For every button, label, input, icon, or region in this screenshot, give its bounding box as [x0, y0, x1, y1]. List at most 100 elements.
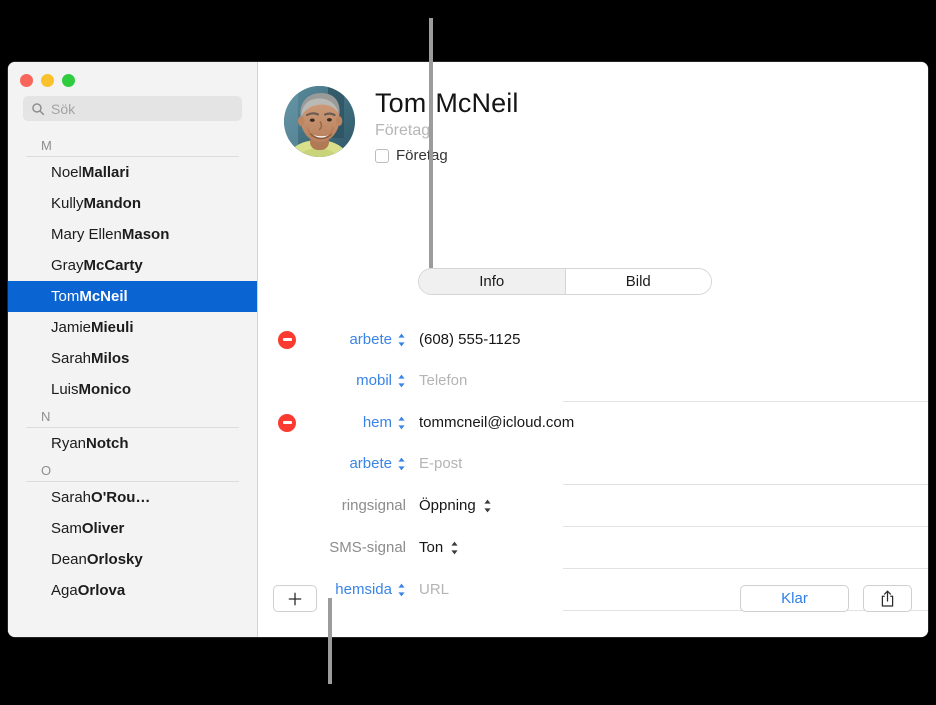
contact-given-name: Luis: [51, 381, 79, 398]
company-checkbox[interactable]: [375, 148, 389, 163]
add-field-button[interactable]: [273, 585, 317, 612]
field-row: arbete E-post: [258, 443, 928, 484]
contact-fields: arbete (608) 555-1125 mobil Telefon hem tommc…: [258, 319, 928, 611]
field-label: ringsignal: [341, 497, 406, 514]
field-label: mobil: [356, 372, 392, 389]
contact-family-name: McNeil: [79, 288, 128, 305]
field-label-slot[interactable]: hem: [306, 414, 408, 431]
field-value-slot[interactable]: E-post: [408, 455, 928, 472]
field-value-slot[interactable]: Öppning: [408, 497, 928, 514]
contact-given-name: Gray: [51, 257, 84, 274]
field-value-slot[interactable]: Ton: [408, 539, 928, 556]
contacts-window: Sök M Noel Mallari Kully Mandon Mary Ellen …: [8, 62, 928, 637]
company-checkbox-label: Företag: [396, 147, 448, 165]
tab-info[interactable]: Info: [419, 269, 565, 294]
field-value: tommcneil@icloud.com: [419, 414, 575, 431]
field-label-slot[interactable]: arbete: [306, 331, 408, 348]
contact-list-item[interactable]: Sarah Milos: [8, 343, 257, 374]
contact-list-item[interactable]: Tom McNeil: [8, 281, 257, 312]
contact-given-name: Kully: [51, 195, 84, 212]
tab-bild[interactable]: Bild: [564, 269, 711, 294]
contact-family-name: Mason: [121, 226, 170, 243]
field-label: hem: [362, 414, 392, 431]
sidebar: Sök M Noel Mallari Kully Mandon Mary Ellen …: [8, 62, 258, 637]
contact-first-name: Tom: [375, 88, 427, 118]
field-label-stepper-icon[interactable]: [397, 333, 406, 347]
contact-given-name: Mary Ellen: [51, 226, 122, 243]
company-field-placeholder[interactable]: Företag: [375, 121, 518, 140]
contact-given-name: Ryan: [51, 435, 87, 452]
plus-icon: [288, 592, 302, 606]
contact-name[interactable]: Tom McNeil: [375, 88, 518, 118]
field-label-slot[interactable]: arbete: [306, 455, 408, 472]
callout-line-bottom: [328, 598, 332, 684]
contact-list-item[interactable]: Sarah O'Rou…: [8, 482, 257, 513]
remove-field-icon[interactable]: [278, 330, 296, 349]
search-icon: [31, 102, 45, 116]
contact-list-item[interactable]: Kully Mandon: [8, 188, 257, 219]
section-header-o: O: [41, 463, 52, 478]
field-label-stepper-icon[interactable]: [397, 374, 406, 388]
zoom-window-button[interactable]: [62, 74, 75, 87]
section-header-n: N: [41, 409, 51, 424]
field-row: arbete (608) 555-1125: [258, 319, 928, 360]
contact-family-name: Monico: [78, 381, 132, 398]
field-value-slot[interactable]: Telefon: [408, 372, 928, 389]
tab-label: Bild: [625, 273, 651, 290]
contact-last-name: McNeil: [435, 88, 519, 118]
field-value: Ton: [419, 539, 444, 556]
minimize-window-button[interactable]: [41, 74, 54, 87]
done-button[interactable]: Klar: [740, 585, 849, 612]
done-button-label: Klar: [781, 590, 808, 607]
search-placeholder: Sök: [51, 100, 76, 117]
info-bild-segmented-control[interactable]: Info Bild: [418, 268, 712, 295]
field-value-slot[interactable]: (608) 555-1125: [408, 331, 928, 348]
contact-list-item[interactable]: Jamie Mieuli: [8, 312, 257, 343]
field-label: arbete: [349, 455, 392, 472]
callout-line-top: [429, 18, 433, 268]
contact-list-item[interactable]: Ryan Notch: [8, 428, 257, 459]
remove-field-icon[interactable]: [278, 413, 296, 432]
contact-family-name: Oliver: [81, 520, 125, 537]
contact-family-name: O'Rou…: [91, 489, 151, 506]
contact-family-name: Mallari: [81, 164, 130, 181]
contact-given-name: Sarah: [51, 489, 92, 506]
field-value-placeholder: E-post: [419, 455, 463, 472]
field-label-stepper-icon[interactable]: [397, 457, 406, 471]
contact-list-item[interactable]: Mary Ellen Mason: [8, 219, 257, 250]
contact-given-name: Aga: [51, 582, 78, 599]
field-label: arbete: [349, 331, 392, 348]
contact-list-item[interactable]: Gray McCarty: [8, 250, 257, 281]
contact-list-item[interactable]: Dean Orlosky: [8, 544, 257, 575]
field-value-slot[interactable]: tommcneil@icloud.com: [408, 414, 928, 431]
field-value-placeholder: Telefon: [419, 372, 468, 389]
contact-family-name: Orlosky: [86, 551, 143, 568]
contact-list-item[interactable]: Sam Oliver: [8, 513, 257, 544]
field-label-slot: ringsignal: [306, 497, 408, 514]
contact-list[interactable]: M Noel Mallari Kully Mandon Mary Ellen Maso…: [8, 134, 257, 637]
close-window-button[interactable]: [20, 74, 33, 87]
field-row: ringsignal Öppning: [258, 485, 928, 526]
contact-given-name: Tom: [51, 288, 80, 305]
contact-given-name: Dean: [51, 551, 87, 568]
field-row: mobil Telefon: [258, 360, 928, 401]
field-label-slot: SMS-signal: [306, 539, 408, 556]
share-button[interactable]: [863, 585, 912, 612]
contact-list-item[interactable]: Noel Mallari: [8, 157, 257, 188]
contact-family-name: McCarty: [83, 257, 143, 274]
contact-family-name: Mieuli: [91, 319, 134, 336]
field-value-stepper-icon[interactable]: [450, 541, 459, 555]
contact-header: Tom McNeil Företag Företag: [284, 86, 908, 164]
field-value-stepper-icon[interactable]: [483, 499, 492, 513]
company-checkbox-row[interactable]: Företag: [375, 147, 518, 164]
field-row: hem tommcneil@icloud.com: [258, 402, 928, 443]
search-field[interactable]: Sök: [23, 96, 242, 121]
avatar[interactable]: [284, 86, 355, 157]
contact-given-name: Jamie: [51, 319, 92, 336]
field-label-slot[interactable]: mobil: [306, 372, 408, 389]
screenshot-stage: Sök M Noel Mallari Kully Mandon Mary Ellen …: [0, 0, 936, 705]
contact-list-item[interactable]: Aga Orlova: [8, 575, 257, 606]
field-label-stepper-icon[interactable]: [397, 416, 406, 430]
contact-list-item[interactable]: Luis Monico: [8, 374, 257, 405]
contact-detail-pane: Tom McNeil Företag Företag Info Bild arbet…: [258, 62, 928, 637]
